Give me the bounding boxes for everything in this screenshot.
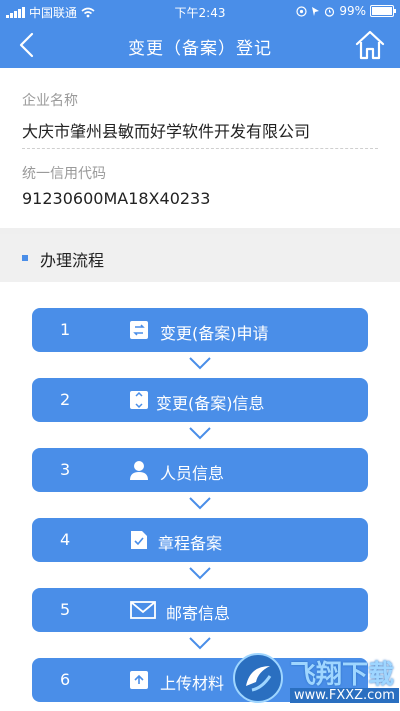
battery-percent: 99% — [339, 4, 366, 18]
upload-icon — [130, 671, 148, 689]
credit-code-value: 91230600MA18X40233 — [22, 189, 211, 208]
checked-document-icon — [131, 531, 147, 549]
watermark-logo-icon — [233, 653, 283, 703]
swap-document-icon — [130, 321, 148, 339]
watermark-brand: 飞翔下载 — [290, 660, 395, 690]
nav-bar: 变更（备案）登记 — [0, 22, 400, 68]
step-button-3[interactable]: 3 人员信息 — [32, 448, 368, 492]
step-label: 人员信息 — [160, 464, 225, 483]
status-right: 99% — [296, 4, 396, 18]
watermark-url: www.FXXZ.com — [290, 688, 399, 703]
credit-code-label: 统一信用代码 — [22, 166, 106, 182]
company-info-card: 企业名称 大庆市肇州县敏而好学软件开发有限公司 统一信用代码 91230600M… — [0, 68, 400, 228]
step-number: 6 — [60, 670, 71, 689]
step-label: 变更(备案)申请 — [160, 324, 269, 343]
company-name-value: 大庆市肇州县敏而好学软件开发有限公司 — [22, 122, 311, 141]
status-bar: 中国联通 下午2:43 99% — [0, 0, 400, 22]
step-button-5[interactable]: 5 邮寄信息 — [32, 588, 368, 632]
home-icon[interactable] — [354, 29, 386, 61]
chevron-down-icon — [189, 497, 211, 510]
step-number: 1 — [60, 320, 71, 339]
step-number: 3 — [60, 460, 71, 479]
page-title: 变更（备案）登记 — [128, 39, 272, 59]
step-label: 邮寄信息 — [166, 604, 231, 623]
step-label: 上传材料 — [160, 674, 225, 693]
arrow-icon — [312, 6, 320, 16]
person-icon — [130, 461, 148, 480]
company-name-label: 企业名称 — [22, 93, 78, 109]
section-marker — [22, 255, 28, 261]
chevron-down-icon — [189, 567, 211, 580]
step-button-2[interactable]: 2 变更(备案)信息 — [32, 378, 368, 422]
chevron-down-icon — [189, 357, 211, 370]
section-title: 办理流程 — [40, 251, 105, 270]
step-label: 变更(备案)信息 — [156, 394, 265, 413]
alarm-icon — [325, 6, 335, 17]
step-button-1[interactable]: 1 变更(备案)申请 — [32, 308, 368, 352]
step-number: 4 — [60, 530, 71, 549]
step-button-4[interactable]: 4 章程备案 — [32, 518, 368, 562]
chevron-down-icon — [189, 637, 211, 650]
info-document-icon — [130, 391, 148, 409]
battery-icon — [370, 5, 396, 17]
location-icon — [296, 5, 307, 17]
step-label: 章程备案 — [158, 534, 223, 553]
process-section-header: 办理流程 — [0, 234, 400, 282]
step-number: 2 — [60, 390, 71, 409]
divider — [22, 148, 378, 149]
chevron-down-icon — [189, 427, 211, 440]
envelope-icon — [130, 601, 156, 619]
step-number: 5 — [60, 600, 71, 619]
watermark: 飞翔下载 www.FXXZ.com — [228, 648, 399, 708]
